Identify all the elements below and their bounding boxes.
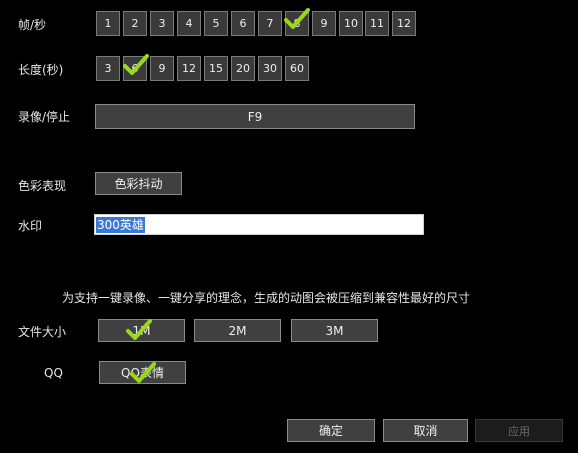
duration-option[interactable]: 20 (231, 56, 255, 81)
duration-option[interactable]: 3 (96, 56, 120, 81)
fps-label: 帧/秒 (18, 18, 47, 32)
filesize-option-selected[interactable]: 1M (98, 319, 185, 342)
ok-button[interactable]: 确定 (287, 419, 375, 442)
cancel-button[interactable]: 取消 (383, 419, 468, 442)
duration-option[interactable]: 9 (150, 56, 174, 81)
watermark-label: 水印 (18, 219, 43, 233)
color-label: 色彩表现 (18, 179, 67, 193)
duration-option[interactable]: 12 (177, 56, 201, 81)
compression-notice: 为支持一键录像、一键分享的理念，生成的动图会被压缩到兼容性最好的尺寸 (62, 291, 471, 305)
qq-emoji-button[interactable]: QQ表情 (99, 361, 186, 384)
fps-option[interactable]: 7 (258, 11, 282, 36)
fps-option[interactable]: 10 (339, 11, 363, 36)
fps-option[interactable]: 2 (123, 11, 147, 36)
fps-option[interactable]: 4 (177, 11, 201, 36)
qq-label: QQ (44, 366, 63, 380)
fps-option[interactable]: 11 (365, 11, 389, 36)
record-hotkey-button[interactable]: F9 (95, 104, 415, 129)
fps-option[interactable]: 6 (231, 11, 255, 36)
filesize-option[interactable]: 2M (194, 319, 281, 342)
duration-option[interactable]: 30 (258, 56, 282, 81)
duration-option[interactable]: 60 (285, 56, 309, 81)
watermark-value: 300英雄 (96, 216, 145, 233)
watermark-input[interactable]: 300英雄 (94, 214, 424, 235)
duration-option[interactable]: 15 (204, 56, 228, 81)
record-label: 录像/停止 (18, 110, 71, 124)
color-dither-button[interactable]: 色彩抖动 (95, 172, 182, 195)
duration-option-selected[interactable]: 6 (123, 56, 147, 81)
filesize-option[interactable]: 3M (291, 319, 378, 342)
fps-option[interactable]: 9 (312, 11, 336, 36)
duration-label: 长度(秒) (18, 63, 64, 77)
fps-option[interactable]: 3 (150, 11, 174, 36)
fps-option-selected[interactable]: 8 (285, 11, 309, 36)
apply-button[interactable]: 应用 (475, 419, 563, 442)
fps-option[interactable]: 1 (96, 11, 120, 36)
fps-option[interactable]: 5 (204, 11, 228, 36)
fps-option[interactable]: 12 (392, 11, 416, 36)
filesize-label: 文件大小 (18, 325, 67, 339)
